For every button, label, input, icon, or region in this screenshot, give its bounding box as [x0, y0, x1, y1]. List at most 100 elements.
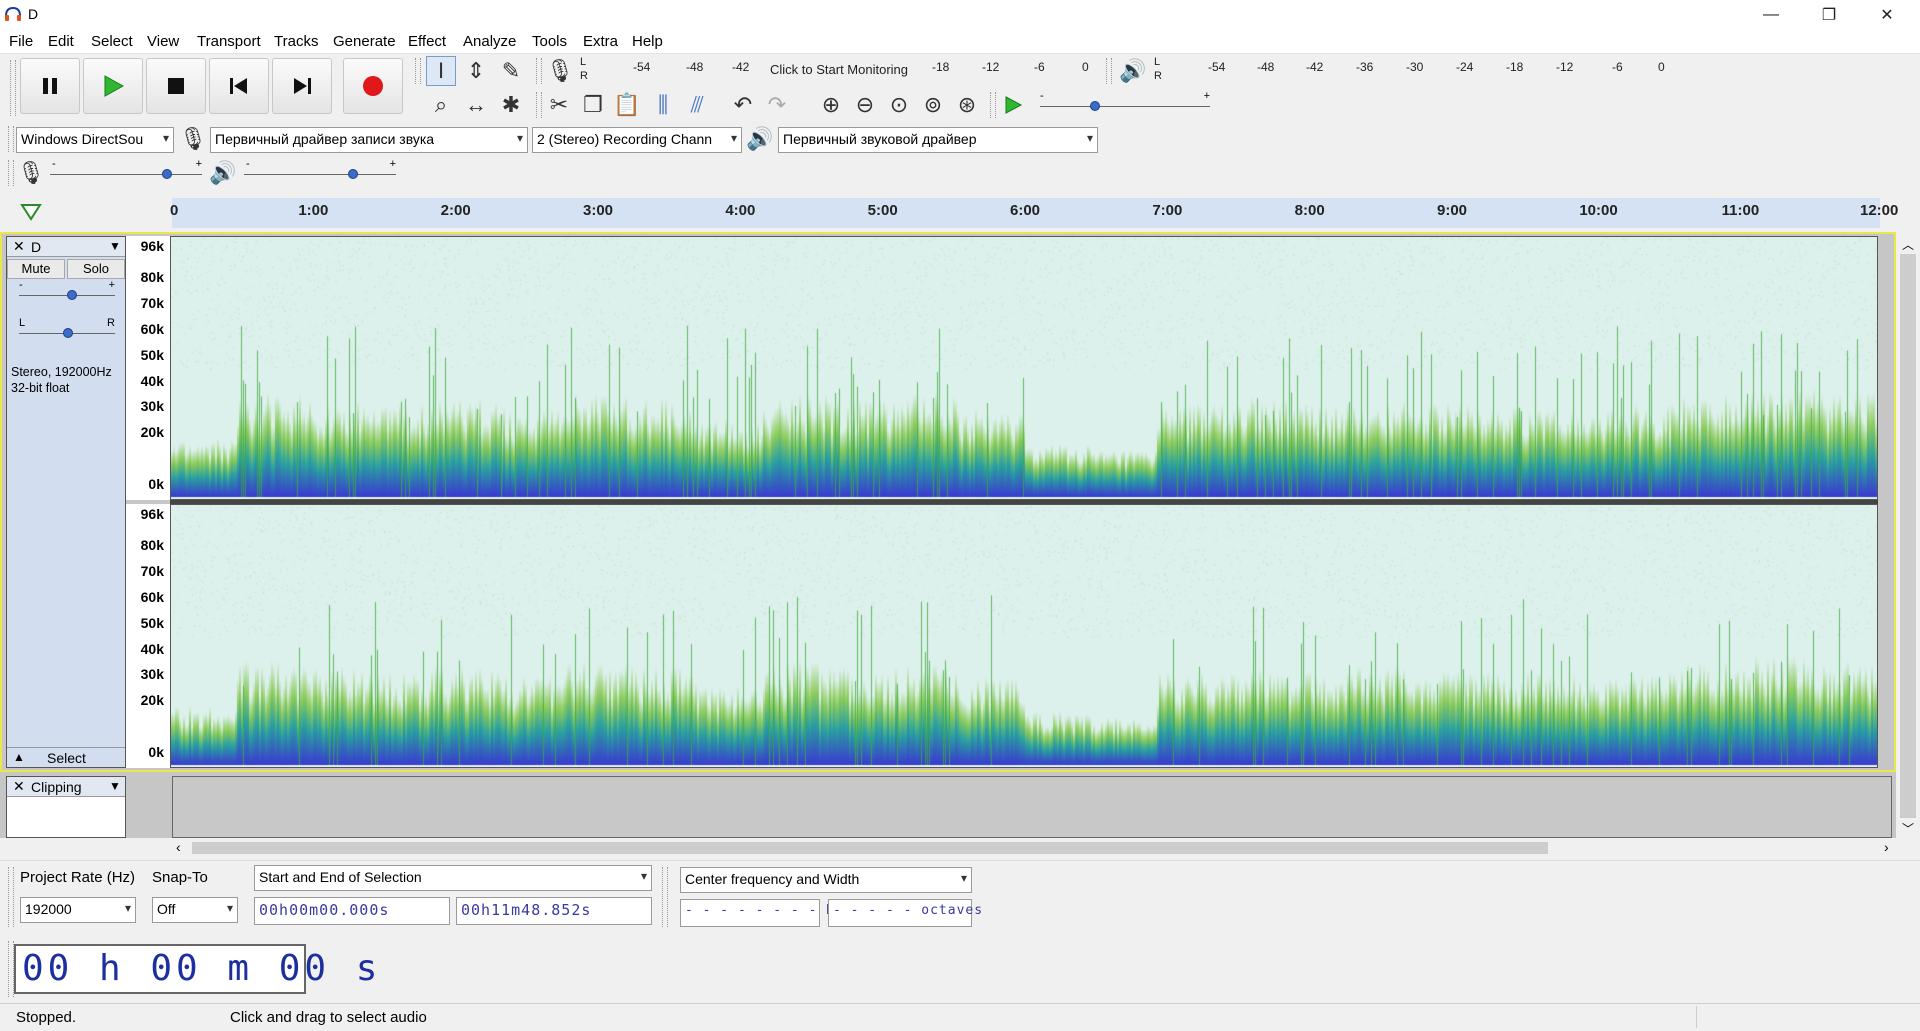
scroll-up-icon[interactable]: ︿ [1902, 236, 1914, 253]
skip-to-start-button[interactable] [209, 58, 269, 114]
minimize-button[interactable]: — [1742, 0, 1800, 30]
audio-host-select[interactable]: Windows DirectSou ▾ [16, 127, 174, 153]
microphone-icon[interactable]: 🎙 [545, 56, 575, 86]
selection-end-time[interactable]: 00h11m48.852s [456, 897, 652, 925]
skip-to-end-button[interactable] [272, 58, 332, 114]
toolbar-grip[interactable] [990, 92, 996, 118]
copy-icon[interactable]: ❐ [578, 90, 608, 120]
menu-effect[interactable]: Effect [408, 33, 446, 50]
spectrogram-left-channel[interactable] [170, 236, 1878, 500]
cut-icon[interactable]: ✂ [544, 90, 574, 120]
scroll-thumb[interactable] [1900, 254, 1916, 818]
pan-slider[interactable]: L R [19, 317, 115, 343]
track-menu-chevron-icon[interactable]: ▼ [109, 779, 121, 793]
frequency-axis-right-channel[interactable]: 96k 80k 70k 60k 50k 40k 30k 20k 0k [126, 504, 170, 768]
menu-edit[interactable]: Edit [48, 33, 74, 50]
project-rate-select[interactable]: 192000 ▾ [20, 897, 136, 923]
center-frequency-field[interactable]: - - - - - - - - Hz [680, 899, 843, 927]
menu-help[interactable]: Help [632, 33, 663, 50]
silence-audio-icon[interactable]: ⫻ [682, 90, 712, 120]
menu-file[interactable]: File [9, 33, 33, 50]
gain-slider[interactable]: - + [19, 279, 115, 305]
menu-generate[interactable]: Generate [333, 33, 396, 50]
toolbar-grip[interactable] [415, 58, 421, 84]
recording-volume-slider[interactable]: - + [50, 158, 202, 184]
toolbar-grip[interactable] [536, 58, 542, 84]
label-track-name[interactable]: Clipping [31, 779, 82, 795]
select-track-button[interactable]: Select [47, 750, 86, 766]
scroll-down-icon[interactable]: ﹀ [1902, 820, 1914, 837]
scroll-right-icon[interactable]: › [1884, 839, 1889, 855]
recording-device-select[interactable]: Первичный драйвер записи звука ▾ [210, 127, 528, 153]
speaker-icon[interactable]: 🔊 [1118, 56, 1148, 86]
menu-tracks[interactable]: Tracks [274, 33, 318, 50]
draw-tool-icon[interactable]: ✎ [496, 56, 526, 86]
menu-select[interactable]: Select [91, 33, 133, 50]
playback-volume-slider[interactable]: - + [244, 158, 396, 184]
multi-tool-icon[interactable]: ✱ [496, 90, 526, 120]
menu-extra[interactable]: Extra [583, 33, 618, 50]
envelope-tool-icon[interactable]: ⇕ [461, 56, 491, 86]
play-speed-slider[interactable]: - + [1040, 90, 1210, 116]
toolbar-grip[interactable] [10, 60, 16, 116]
selection-start-time[interactable]: 00h00m00.000s [254, 897, 450, 925]
mute-button[interactable]: Mute [7, 259, 65, 279]
menu-view[interactable]: View [147, 33, 179, 50]
close-button[interactable]: ✕ [1858, 0, 1916, 30]
recording-channels-select[interactable]: 2 (Stereo) Recording Chann ▾ [532, 127, 742, 153]
fit-selection-icon[interactable]: ⊙ [884, 90, 914, 120]
trim-audio-icon[interactable]: ⫼ [648, 90, 678, 120]
zoom-in-icon[interactable]: ⊕ [816, 90, 846, 120]
fit-project-icon[interactable]: ⊚ [918, 90, 948, 120]
record-button[interactable] [343, 58, 403, 114]
snap-to-select[interactable]: Off ▾ [152, 897, 238, 923]
spectral-mode-select[interactable]: Center frequency and Width ▾ [680, 867, 972, 893]
close-track-icon[interactable]: ✕ [13, 238, 25, 255]
redo-icon[interactable]: ↷ [762, 90, 792, 120]
toolbar-grip[interactable] [1106, 58, 1112, 84]
solo-button[interactable]: Solo [67, 259, 125, 279]
spectrogram-right-channel[interactable] [170, 504, 1878, 768]
start-monitoring-prompt[interactable]: Click to Start Monitoring [770, 62, 908, 77]
zoom-tool-icon[interactable]: ⌕ [426, 90, 456, 120]
paste-icon[interactable]: 📋 [612, 90, 642, 120]
timeline-ruler[interactable]: 0 1:00 2:00 3:00 4:00 5:00 6:00 7:00 8:00 9:00 10:… [0, 196, 1920, 230]
collapse-track-icon[interactable]: ▲ [13, 750, 25, 764]
label-track-area[interactable] [172, 776, 1892, 838]
toolbar-grip[interactable] [662, 867, 668, 927]
slider-knob[interactable] [67, 290, 77, 300]
toolbar-grip[interactable] [536, 92, 542, 118]
menu-tools[interactable]: Tools [532, 33, 567, 50]
frequency-axis-left-channel[interactable]: 96k 80k 70k 60k 50k 40k 30k 20k 0k [126, 236, 170, 500]
selection-tool-icon[interactable]: I [426, 56, 456, 86]
zoom-toggle-icon[interactable]: ⊛ [952, 90, 982, 120]
time-shift-tool-icon[interactable]: ↔ [461, 90, 491, 120]
stop-button[interactable] [146, 58, 206, 114]
play-at-speed-button[interactable] [998, 90, 1028, 120]
menu-transport[interactable]: Transport [197, 33, 261, 50]
scroll-thumb[interactable] [192, 842, 1548, 854]
frequency-width-field[interactable]: - - - - - octaves [828, 899, 982, 927]
pin-playhead-icon[interactable] [20, 202, 42, 222]
slider-knob[interactable] [348, 169, 358, 179]
playback-meter[interactable]: L R -54 -48 -42 -36 -30 -24 -18 -12 -6 0 [1152, 56, 1672, 90]
toolbar-grip[interactable] [8, 160, 14, 186]
menu-analyze[interactable]: Analyze [463, 33, 516, 50]
scroll-left-icon[interactable]: ‹ [176, 839, 181, 855]
track-name[interactable]: D [31, 239, 41, 255]
track-menu-chevron-icon[interactable]: ▼ [109, 239, 121, 253]
close-track-icon[interactable]: ✕ [13, 778, 25, 795]
maximize-button[interactable]: ❐ [1800, 0, 1858, 30]
horizontal-scrollbar[interactable]: ‹ › [172, 838, 1896, 858]
play-button[interactable] [83, 58, 143, 114]
toolbar-grip[interactable] [8, 867, 14, 927]
toolbar-grip[interactable] [8, 126, 14, 152]
vertical-scrollbar[interactable]: ︿ ﹀ [1896, 232, 1920, 838]
pause-button[interactable] [20, 58, 80, 114]
audio-position-display[interactable]: 00 h 00 m 00 s [14, 944, 377, 994]
slider-knob[interactable] [63, 328, 73, 338]
recording-meter[interactable]: L R -54 -48 -42 Click to Start Monitorin… [578, 56, 1098, 90]
selection-mode-select[interactable]: Start and End of Selection ▾ [254, 865, 652, 891]
slider-knob[interactable] [1090, 101, 1100, 111]
playback-device-select[interactable]: Первичный звуковой драйвер ▾ [778, 127, 1098, 153]
